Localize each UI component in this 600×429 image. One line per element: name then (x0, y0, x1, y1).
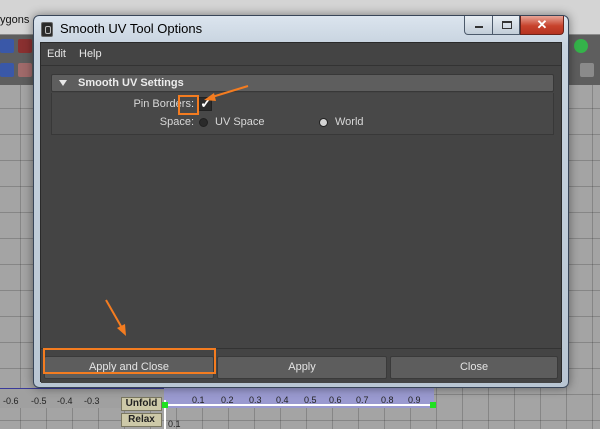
annotation-arrows (105, 85, 249, 336)
pin-borders-arrow-icon (204, 85, 249, 101)
apply-and-close-arrow-icon (105, 299, 126, 336)
